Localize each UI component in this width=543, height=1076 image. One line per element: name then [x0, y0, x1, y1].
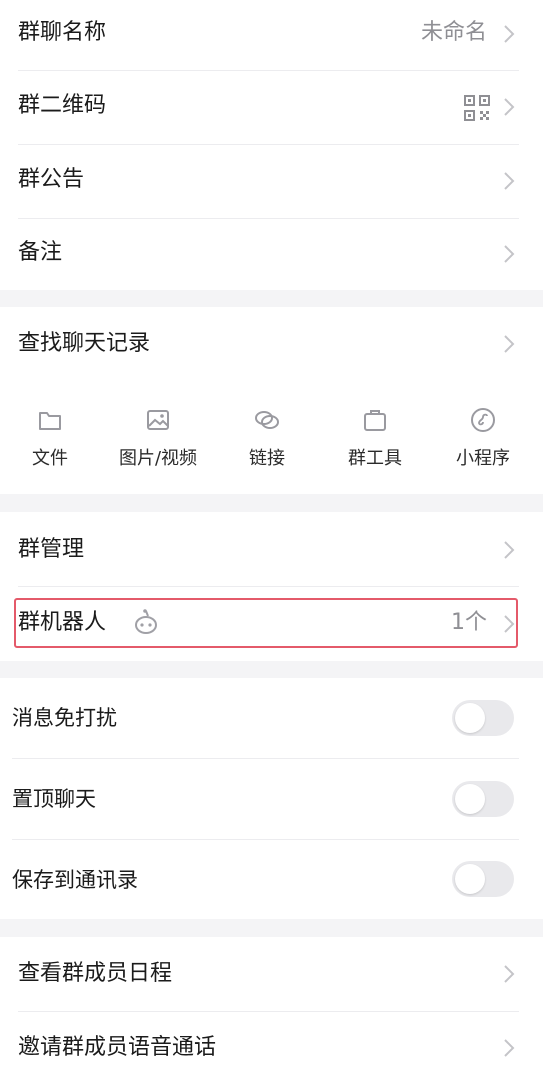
history-tools-row: 文件 图片/视频 链接 群工具 小程序 [0, 381, 543, 494]
chat-history-section: 查找聊天记录 文件 图片/视频 链接 群工具 小程序 [0, 307, 543, 494]
tool-links[interactable]: 链接 [217, 381, 317, 491]
save-contacts-label: 保存到通讯录 [12, 868, 138, 892]
chevron-right-icon [504, 335, 515, 353]
briefcase-icon [364, 410, 386, 431]
chevron-right-icon [504, 98, 515, 116]
group-notice-row[interactable]: 群公告 [0, 144, 543, 218]
toggle-knob [455, 864, 485, 894]
robot-highlight-box [14, 598, 518, 648]
remark-row[interactable]: 备注 [0, 218, 543, 290]
chevron-right-icon [504, 1039, 515, 1057]
group-manage-label: 群管理 [18, 537, 85, 562]
tool-label: 文件 [32, 448, 68, 469]
mute-toggle[interactable] [452, 700, 514, 736]
pin-toggle[interactable] [452, 781, 514, 817]
remark-label: 备注 [18, 240, 63, 265]
toggle-knob [455, 703, 485, 733]
tool-mini-programs[interactable]: 小程序 [433, 381, 533, 491]
tool-group-tools[interactable]: 群工具 [325, 381, 425, 491]
group-name-value: 未命名 [420, 20, 487, 45]
save-contacts-toggle[interactable] [452, 861, 514, 897]
voice-call-row[interactable]: 邀请群成员语音通话 [0, 1012, 543, 1076]
group-info-section: 群聊名称 未命名 群二维码 群公告 备注 [0, 0, 543, 290]
group-name-row[interactable]: 群聊名称 未命名 [0, 0, 543, 70]
chevron-right-icon [504, 245, 515, 263]
link-icon [255, 411, 279, 429]
chevron-right-icon [504, 541, 515, 559]
tool-label: 图片/视频 [118, 448, 198, 469]
tool-media[interactable]: 图片/视频 [108, 381, 208, 491]
image-icon [147, 410, 169, 430]
pin-row: 置顶聊天 [0, 759, 543, 839]
mute-row: 消息免打扰 [0, 678, 543, 758]
mute-label: 消息免打扰 [12, 706, 117, 730]
search-history-row[interactable]: 查找聊天记录 [0, 307, 543, 381]
member-schedule-row[interactable]: 查看群成员日程 [0, 937, 543, 1011]
tool-label: 小程序 [456, 448, 510, 469]
member-schedule-label: 查看群成员日程 [18, 961, 173, 986]
folder-icon [39, 412, 61, 430]
tool-label: 链接 [249, 448, 285, 469]
group-qrcode-label: 群二维码 [18, 93, 107, 118]
qrcode-icon [464, 95, 490, 121]
chevron-right-icon [504, 25, 515, 43]
chevron-right-icon [504, 965, 515, 983]
toggle-knob [455, 784, 485, 814]
tool-files[interactable]: 文件 [0, 381, 100, 491]
chevron-right-icon [504, 172, 515, 190]
more-section: 查看群成员日程 邀请群成员语音通话 [0, 937, 543, 1076]
pin-label: 置顶聊天 [12, 787, 96, 811]
save-contacts-row: 保存到通讯录 [0, 840, 543, 919]
tool-label: 群工具 [348, 448, 402, 469]
mini-program-icon [471, 408, 495, 432]
search-history-label: 查找聊天记录 [18, 331, 151, 356]
group-qrcode-row[interactable]: 群二维码 [0, 70, 543, 144]
switches-section: 消息免打扰 置顶聊天 保存到通讯录 [0, 678, 543, 919]
voice-call-label: 邀请群成员语音通话 [18, 1035, 217, 1060]
group-name-label: 群聊名称 [18, 20, 107, 45]
group-notice-label: 群公告 [18, 167, 85, 192]
group-manage-row[interactable]: 群管理 [0, 512, 543, 586]
